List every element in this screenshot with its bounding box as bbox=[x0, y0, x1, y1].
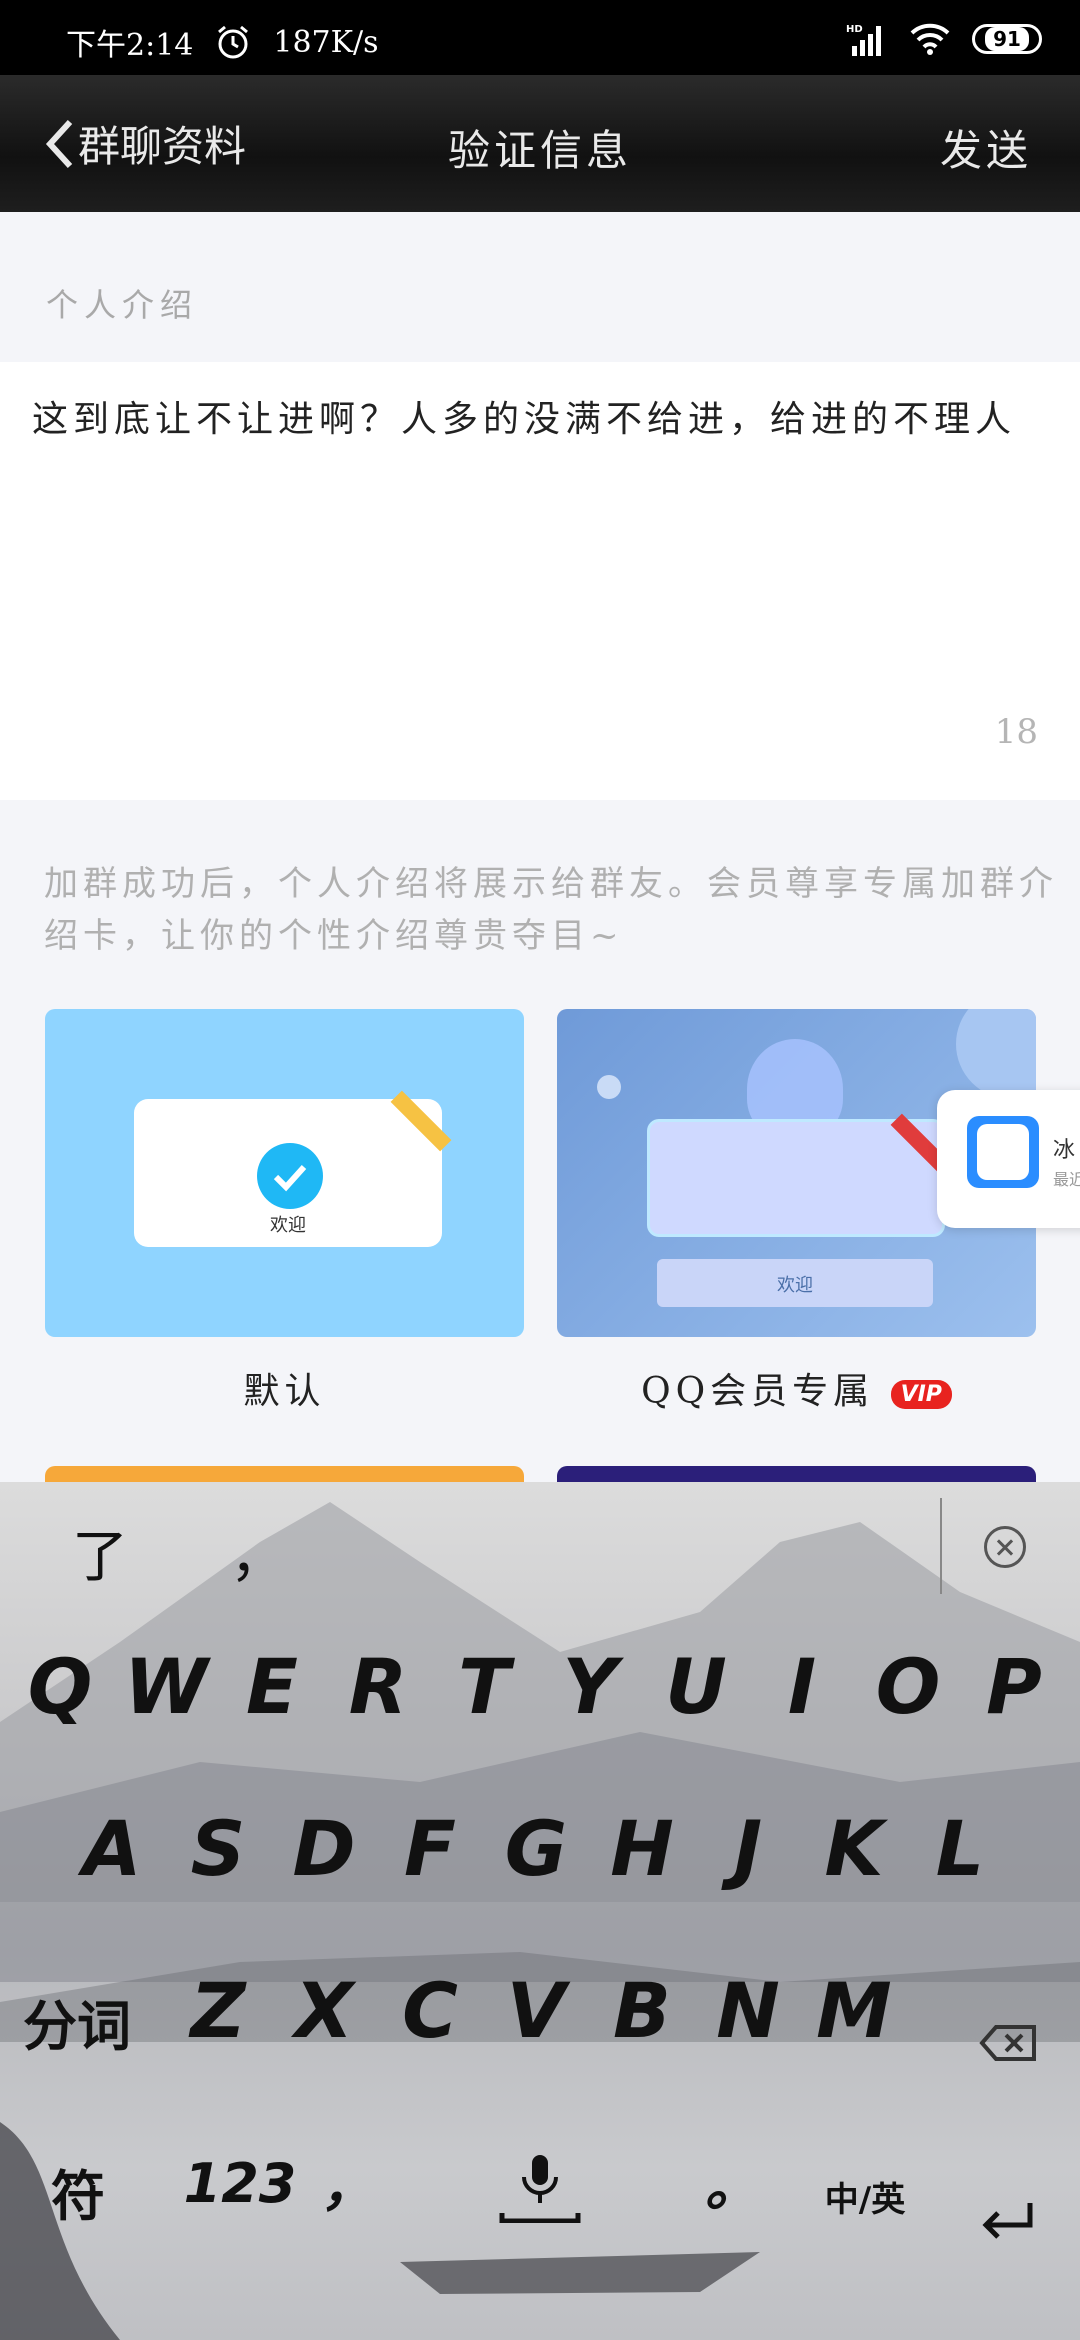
key-r[interactable]: R bbox=[330, 1642, 426, 1731]
page-title: 验证信息 bbox=[447, 126, 632, 175]
enter-icon bbox=[982, 2203, 1033, 2239]
enter-key[interactable] bbox=[960, 2172, 1056, 2261]
key-comma[interactable]: ， bbox=[300, 2142, 396, 2221]
key-l[interactable]: L bbox=[912, 1804, 1008, 1893]
card-label-default: 默认 bbox=[243, 1371, 326, 1412]
key-b[interactable]: B bbox=[594, 1966, 690, 2055]
key-c[interactable]: C bbox=[382, 1966, 478, 2055]
card-label-vip-text: QQ会员专属 bbox=[641, 1371, 875, 1412]
key-z[interactable]: Z bbox=[170, 1966, 266, 2055]
section-label-intro: 个人介绍 bbox=[46, 286, 199, 324]
key-h[interactable]: H bbox=[594, 1804, 690, 1893]
card-preview: 欢迎 bbox=[134, 1090, 452, 1247]
key-segment[interactable]: 分词 bbox=[12, 1982, 142, 2061]
microphone-icon bbox=[499, 2155, 581, 2224]
intro-textarea[interactable]: 这到底让不让进啊？人多的没满不给进，给进的不理人 18 bbox=[0, 362, 1080, 800]
space-key[interactable] bbox=[492, 2152, 588, 2241]
char-count: 18 bbox=[994, 712, 1038, 752]
tip-text: 加群成功后，个人介绍将展示给群友。会员尊享专属加群介绍卡，让你的个性介绍尊贵夺目… bbox=[44, 864, 1058, 956]
key-n[interactable]: N bbox=[700, 1966, 796, 2055]
key-s[interactable]: S bbox=[170, 1804, 266, 1893]
key-q[interactable]: Q bbox=[12, 1642, 108, 1731]
nav-bar: 群聊资料 验证信息 发送 bbox=[0, 75, 1080, 212]
key-y[interactable]: Y bbox=[542, 1642, 638, 1731]
intro-card-default[interactable]: 欢迎 bbox=[45, 1009, 524, 1337]
status-time: 下午2:14 bbox=[66, 28, 194, 63]
backspace-key[interactable] bbox=[960, 1992, 1056, 2081]
card-preview-text: 欢迎 bbox=[777, 1275, 813, 1296]
key-i[interactable]: I bbox=[754, 1642, 850, 1731]
card-label-vip: QQ会员专属 VIP bbox=[557, 1362, 1036, 1414]
key-symbols[interactable]: 符 bbox=[30, 2152, 126, 2231]
ribbon-icon bbox=[390, 1090, 452, 1152]
key-x[interactable]: X bbox=[276, 1966, 372, 2055]
intro-text[interactable]: 这到底让不让进啊？人多的没满不给进，给进的不理人 bbox=[32, 394, 1052, 446]
key-j[interactable]: J bbox=[700, 1804, 796, 1893]
key-lang-switch[interactable]: 中/英 bbox=[810, 2172, 920, 2221]
candidate-word[interactable]: ， bbox=[230, 1512, 286, 1593]
key-u[interactable]: U bbox=[648, 1642, 744, 1731]
key-w[interactable]: W bbox=[118, 1642, 214, 1731]
key-period[interactable]: 。 bbox=[684, 2142, 780, 2221]
battery-icon: 91 bbox=[972, 24, 1042, 54]
key-o[interactable]: O bbox=[860, 1642, 956, 1731]
key-v[interactable]: V bbox=[488, 1966, 584, 2055]
floating-widget-title: 冰 bbox=[1053, 1138, 1076, 1163]
key-d[interactable]: D bbox=[276, 1804, 372, 1893]
status-bar: 下午2:14 187K/s HD 91 bbox=[0, 0, 1080, 75]
key-p[interactable]: P bbox=[966, 1642, 1062, 1731]
network-speed: 187K/s bbox=[273, 24, 379, 60]
qq-penguin-icon bbox=[967, 1116, 1039, 1188]
svg-text:HD: HD bbox=[846, 24, 863, 35]
decor-bubble bbox=[956, 1009, 1036, 1099]
keyboard: 了 ， Q W E R T Y U I O P A S D F G H J K … bbox=[0, 1482, 1080, 2340]
wifi-icon bbox=[910, 23, 950, 55]
key-g[interactable]: G bbox=[488, 1804, 584, 1893]
key-m[interactable]: M bbox=[806, 1966, 902, 2055]
key-numbers[interactable]: 123 bbox=[180, 2152, 300, 2215]
decor-bubble bbox=[597, 1075, 621, 1099]
card-preview bbox=[647, 1113, 952, 1237]
vip-badge: VIP bbox=[890, 1379, 952, 1409]
signal-icon: HD bbox=[846, 24, 881, 56]
key-f[interactable]: F bbox=[382, 1804, 478, 1893]
check-icon bbox=[257, 1143, 323, 1209]
card-preview-text: 欢迎 bbox=[270, 1215, 306, 1236]
candidate-divider bbox=[940, 1498, 942, 1594]
card-base: 欢迎 bbox=[657, 1259, 933, 1307]
alarm-icon bbox=[218, 25, 249, 59]
floating-widget[interactable]: 冰 最近 bbox=[937, 1090, 1080, 1228]
floating-widget-subtitle: 最近 bbox=[1053, 1170, 1080, 1189]
close-candidates-icon[interactable] bbox=[984, 1526, 1026, 1568]
backspace-icon bbox=[979, 2025, 1036, 2061]
candidate-word[interactable]: 了 bbox=[72, 1512, 128, 1593]
key-k[interactable]: K bbox=[806, 1804, 902, 1893]
send-button[interactable]: 发送 bbox=[940, 117, 1032, 178]
key-e[interactable]: E bbox=[224, 1642, 320, 1731]
key-a[interactable]: A bbox=[64, 1804, 160, 1893]
key-t[interactable]: T bbox=[436, 1642, 532, 1731]
